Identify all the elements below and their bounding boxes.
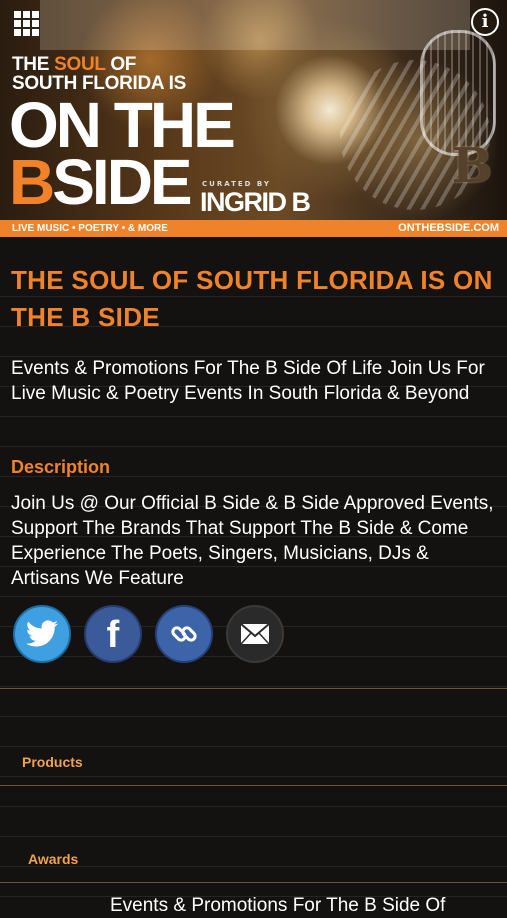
- headline-small-soul: SOUL: [54, 54, 106, 75]
- main-content: THE SOUL OF SOUTH FLORIDA IS ON THE B SI…: [0, 237, 507, 916]
- headline-big-side: SIDE: [52, 146, 192, 218]
- b-side-logo: B: [451, 138, 493, 194]
- link-icon: [171, 626, 197, 642]
- page-title: THE SOUL OF SOUTH FLORIDA IS ON THE B SI…: [11, 265, 493, 332]
- divider: [0, 785, 507, 786]
- email-share-button[interactable]: [226, 605, 284, 663]
- menu-grid-icon[interactable]: [10, 8, 40, 38]
- strip-website: ONTHEBSIDE.COM: [398, 222, 499, 234]
- banner-headline-line2: BSIDE: [9, 150, 193, 214]
- page-subtitle: Events & Promotions For The B Side Of Li…: [11, 358, 485, 404]
- banner-strip: LIVE MUSIC • POETRY • & MORE ONTHEBSIDE.…: [0, 220, 507, 237]
- curator-name: INGRID B: [200, 187, 311, 217]
- twitter-share-button[interactable]: [13, 605, 71, 663]
- twitter-icon: [25, 620, 58, 647]
- facebook-icon: f: [106, 614, 120, 656]
- banner-headline-small: THE SOUL OF SOUTH FLORIDA IS: [12, 55, 186, 93]
- headline-big-b: B: [9, 146, 55, 218]
- email-icon: [240, 623, 270, 645]
- partial-text: Events & Promotions For The B Side Of: [110, 895, 446, 916]
- link-share-button[interactable]: [155, 605, 213, 663]
- info-icon[interactable]: i: [471, 8, 499, 36]
- description-body: Join Us @ Our Official B Side & B Side A…: [11, 493, 494, 589]
- products-section[interactable]: Products: [22, 754, 83, 770]
- header-banner: i THE SOUL OF SOUTH FLORIDA IS ON THE BS…: [0, 0, 507, 237]
- awards-section[interactable]: Awards: [28, 851, 78, 867]
- headline-small-part2: OF: [105, 54, 137, 75]
- strip-tagline: LIVE MUSIC • POETRY • & MORE: [12, 223, 168, 234]
- banner-haze: [40, 0, 470, 50]
- description-heading: Description: [11, 457, 111, 477]
- divider: [0, 882, 507, 883]
- facebook-share-button[interactable]: f: [84, 605, 142, 663]
- divider: [0, 688, 507, 689]
- headline-small-part1: THE: [12, 54, 55, 75]
